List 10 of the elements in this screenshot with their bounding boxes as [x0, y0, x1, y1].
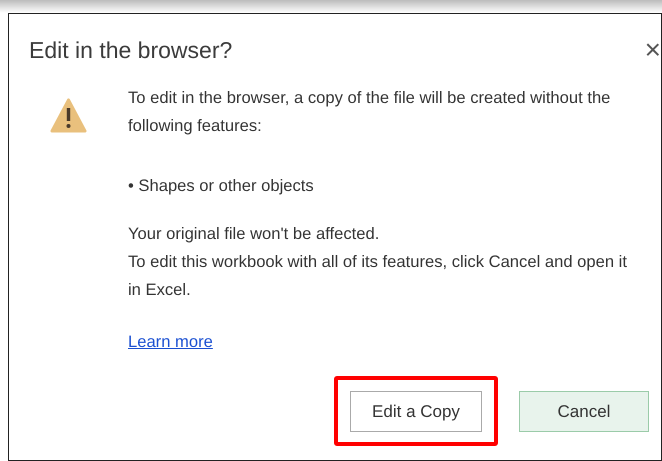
- note-text: To edit this workbook with all of its features, click Cancel and open it in Excel.: [128, 251, 628, 301]
- warning-icon: [50, 98, 87, 133]
- message-text: To edit in the browser, a copy of the file will be created without the following features:: [128, 87, 612, 137]
- close-button[interactable]: ×: [644, 36, 661, 64]
- edit-copy-button[interactable]: Edit a Copy: [350, 391, 482, 432]
- note-text: Your original file won't be affected.: [128, 223, 380, 245]
- dialog-title: Edit in the browser?: [29, 36, 232, 64]
- learn-more-link[interactable]: Learn more: [128, 328, 213, 356]
- feature-item: • Shapes or other objects: [128, 175, 315, 197]
- cancel-button[interactable]: Cancel: [519, 391, 649, 432]
